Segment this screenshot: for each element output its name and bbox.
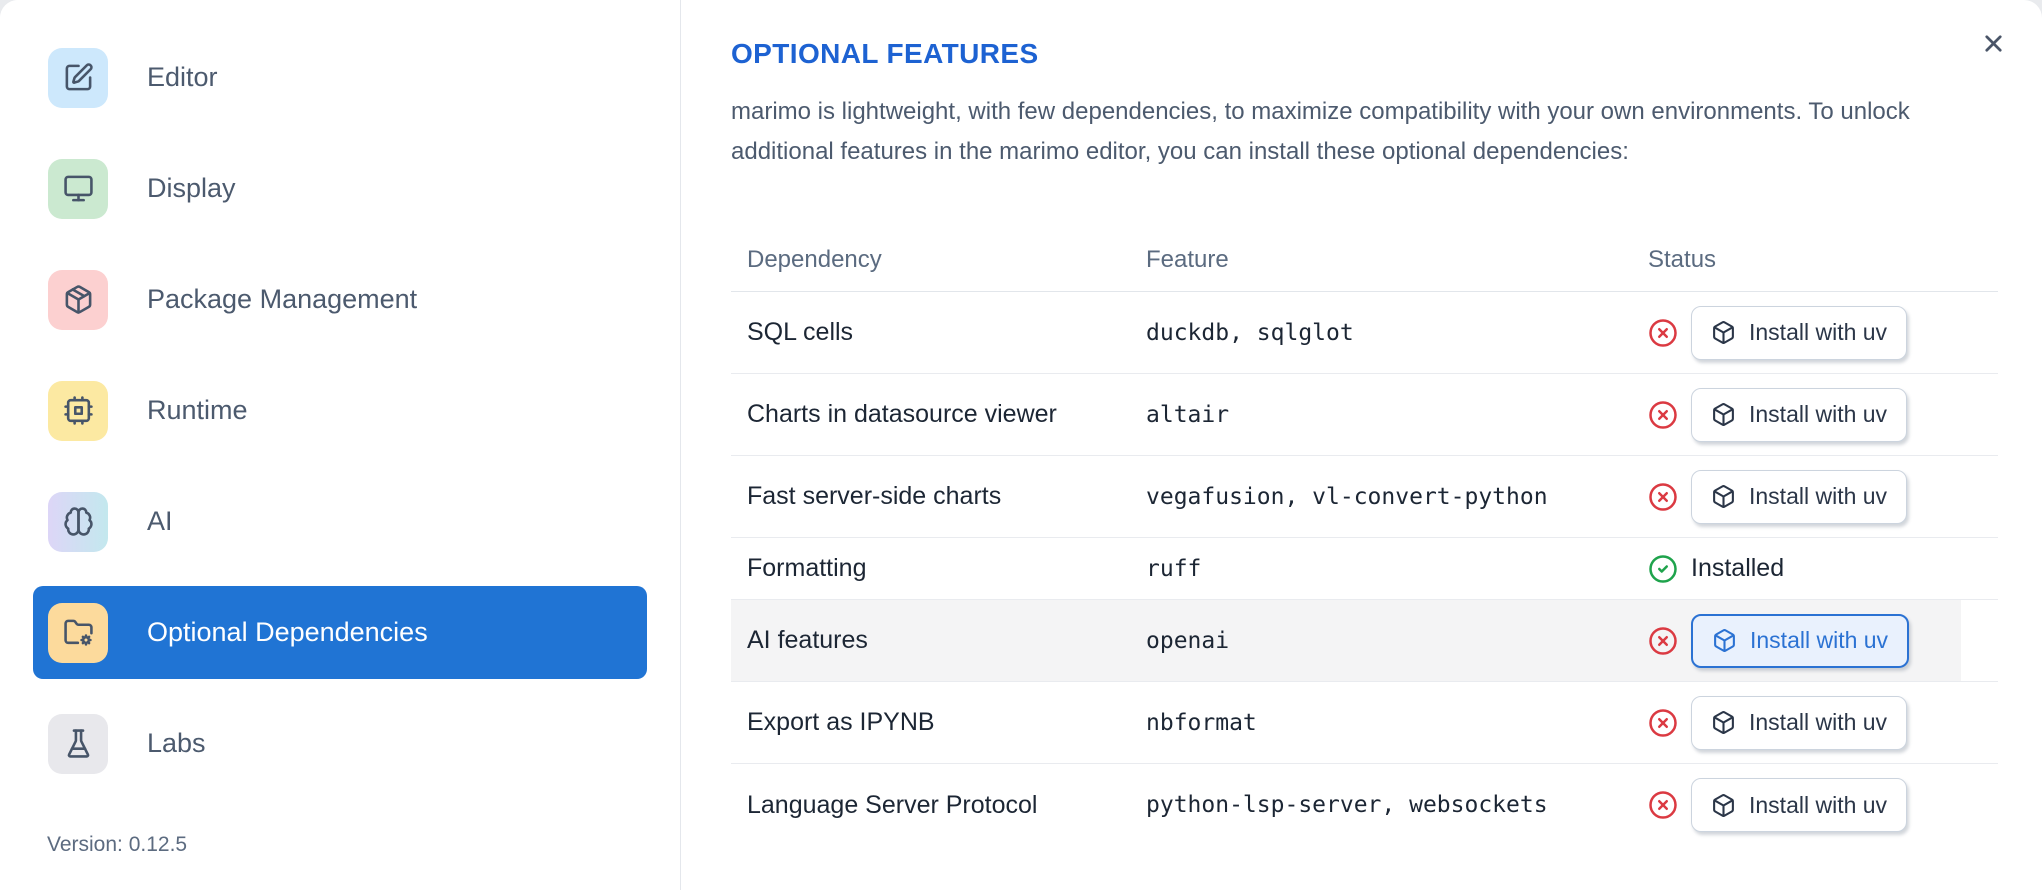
table-row: SQL cells duckdb, sqlglot Install with u… bbox=[731, 292, 1998, 374]
column-header-status: Status bbox=[1648, 245, 1717, 273]
settings-dialog: Editor Display Package Management Runtim… bbox=[0, 0, 2042, 890]
feature-packages: altair bbox=[1146, 401, 1230, 428]
sidebar-item-editor[interactable]: Editor bbox=[33, 31, 647, 124]
sidebar-item-label: Package Management bbox=[147, 284, 418, 314]
package-box-icon bbox=[1711, 320, 1736, 345]
sidebar-item-display[interactable]: Display bbox=[33, 142, 647, 235]
installed-label: Installed bbox=[1691, 554, 1785, 582]
cpu-icon bbox=[48, 380, 108, 441]
install-with-uv-button[interactable]: Install with uv bbox=[1691, 695, 1908, 750]
sidebar-item-label: Runtime bbox=[147, 395, 248, 425]
feature-packages: duckdb, sqlglot bbox=[1146, 319, 1354, 346]
table-header-row: Dependency Feature Status bbox=[731, 228, 1998, 292]
sidebar-item-optional-dependencies[interactable]: Optional Dependencies bbox=[33, 586, 647, 679]
install-with-uv-button[interactable]: Install with uv bbox=[1691, 778, 1908, 832]
install-button-label: Install with uv bbox=[1749, 319, 1888, 345]
page-description: marimo is lightweight, with few dependen… bbox=[731, 98, 1910, 165]
settings-nav: Editor Display Package Management Runtim… bbox=[0, 0, 680, 790]
column-header-feature: Feature bbox=[1146, 245, 1229, 273]
install-button-label: Install with uv bbox=[1749, 483, 1888, 509]
edit-pencil-icon bbox=[48, 47, 108, 108]
dependency-name: Charts in datasource viewer bbox=[747, 400, 1057, 428]
feature-packages: vegafusion, vl-convert-python bbox=[1146, 483, 1548, 510]
settings-sidebar: Editor Display Package Management Runtim… bbox=[0, 0, 681, 890]
install-with-uv-button[interactable]: Install with uv bbox=[1691, 469, 1908, 524]
feature-packages: nbformat bbox=[1146, 709, 1257, 736]
table-row: Formatting ruff Installed bbox=[731, 538, 1998, 600]
feature-packages: openai bbox=[1146, 627, 1230, 654]
not-installed-icon bbox=[1648, 482, 1678, 512]
feature-packages: python-lsp-server, websockets bbox=[1146, 792, 1548, 818]
dependency-name: Language Server Protocol bbox=[747, 790, 1038, 819]
sidebar-item-package-management[interactable]: Package Management bbox=[33, 253, 647, 346]
dependency-name: AI features bbox=[747, 626, 868, 654]
sidebar-item-label: AI bbox=[147, 506, 173, 536]
package-box-icon bbox=[1711, 793, 1736, 818]
sidebar-item-label: Display bbox=[147, 173, 236, 203]
table-row: Fast server-side charts vegafusion, vl-c… bbox=[731, 456, 1998, 538]
install-button-label: Install with uv bbox=[1749, 791, 1888, 818]
close-icon bbox=[1980, 30, 2007, 57]
sidebar-item-label: Labs bbox=[147, 728, 206, 758]
page-title: OPTIONAL FEATURES bbox=[731, 38, 1039, 69]
table-row: Language Server Protocol python-lsp-serv… bbox=[731, 764, 1998, 846]
dependency-name: Fast server-side charts bbox=[747, 482, 1002, 510]
flask-icon bbox=[48, 713, 108, 774]
version-label: Version: 0.12.5 bbox=[47, 833, 188, 856]
not-installed-icon bbox=[1648, 400, 1678, 430]
sidebar-item-label: Editor bbox=[147, 62, 218, 92]
install-with-uv-button[interactable]: Install with uv bbox=[1691, 305, 1908, 360]
optional-features-panel: OPTIONAL FEATURES marimo is lightweight,… bbox=[681, 0, 2042, 890]
install-button-label: Install with uv bbox=[1749, 401, 1888, 427]
not-installed-icon bbox=[1648, 626, 1678, 656]
table-row: Export as IPYNB nbformat Install with uv bbox=[731, 682, 1998, 764]
install-with-uv-button[interactable]: Install with uv bbox=[1691, 613, 1910, 668]
column-header-dependency: Dependency bbox=[747, 245, 882, 273]
sidebar-item-label: Optional Dependencies bbox=[147, 617, 428, 647]
package-icon bbox=[48, 269, 108, 330]
install-button-label: Install with uv bbox=[1749, 709, 1888, 735]
install-button-label: Install with uv bbox=[1750, 627, 1889, 653]
table-row: Charts in datasource viewer altair Insta… bbox=[731, 374, 1998, 456]
table-row: AI features openai Install with uv bbox=[731, 600, 1998, 682]
package-box-icon bbox=[1712, 628, 1737, 653]
not-installed-icon bbox=[1648, 318, 1678, 348]
sidebar-item-labs[interactable]: Labs bbox=[33, 697, 647, 790]
not-installed-icon bbox=[1648, 790, 1678, 820]
dependencies-table: Dependency Feature Status SQL cells duck… bbox=[731, 228, 1998, 846]
feature-packages: ruff bbox=[1146, 555, 1202, 582]
dependency-name: SQL cells bbox=[747, 318, 854, 346]
close-button[interactable] bbox=[1976, 26, 2010, 60]
dependency-name: Formatting bbox=[747, 554, 867, 582]
not-installed-icon bbox=[1648, 708, 1678, 738]
monitor-icon bbox=[48, 158, 108, 219]
install-with-uv-button[interactable]: Install with uv bbox=[1691, 387, 1908, 442]
sidebar-item-ai[interactable]: AI bbox=[33, 475, 647, 568]
brain-icon bbox=[48, 491, 108, 552]
folder-gear-icon bbox=[48, 602, 108, 663]
dependency-name: Export as IPYNB bbox=[747, 708, 935, 736]
installed-check-icon bbox=[1648, 554, 1678, 584]
package-box-icon bbox=[1711, 710, 1736, 735]
package-box-icon bbox=[1711, 484, 1736, 509]
sidebar-item-runtime[interactable]: Runtime bbox=[33, 364, 647, 457]
package-box-icon bbox=[1711, 402, 1736, 427]
